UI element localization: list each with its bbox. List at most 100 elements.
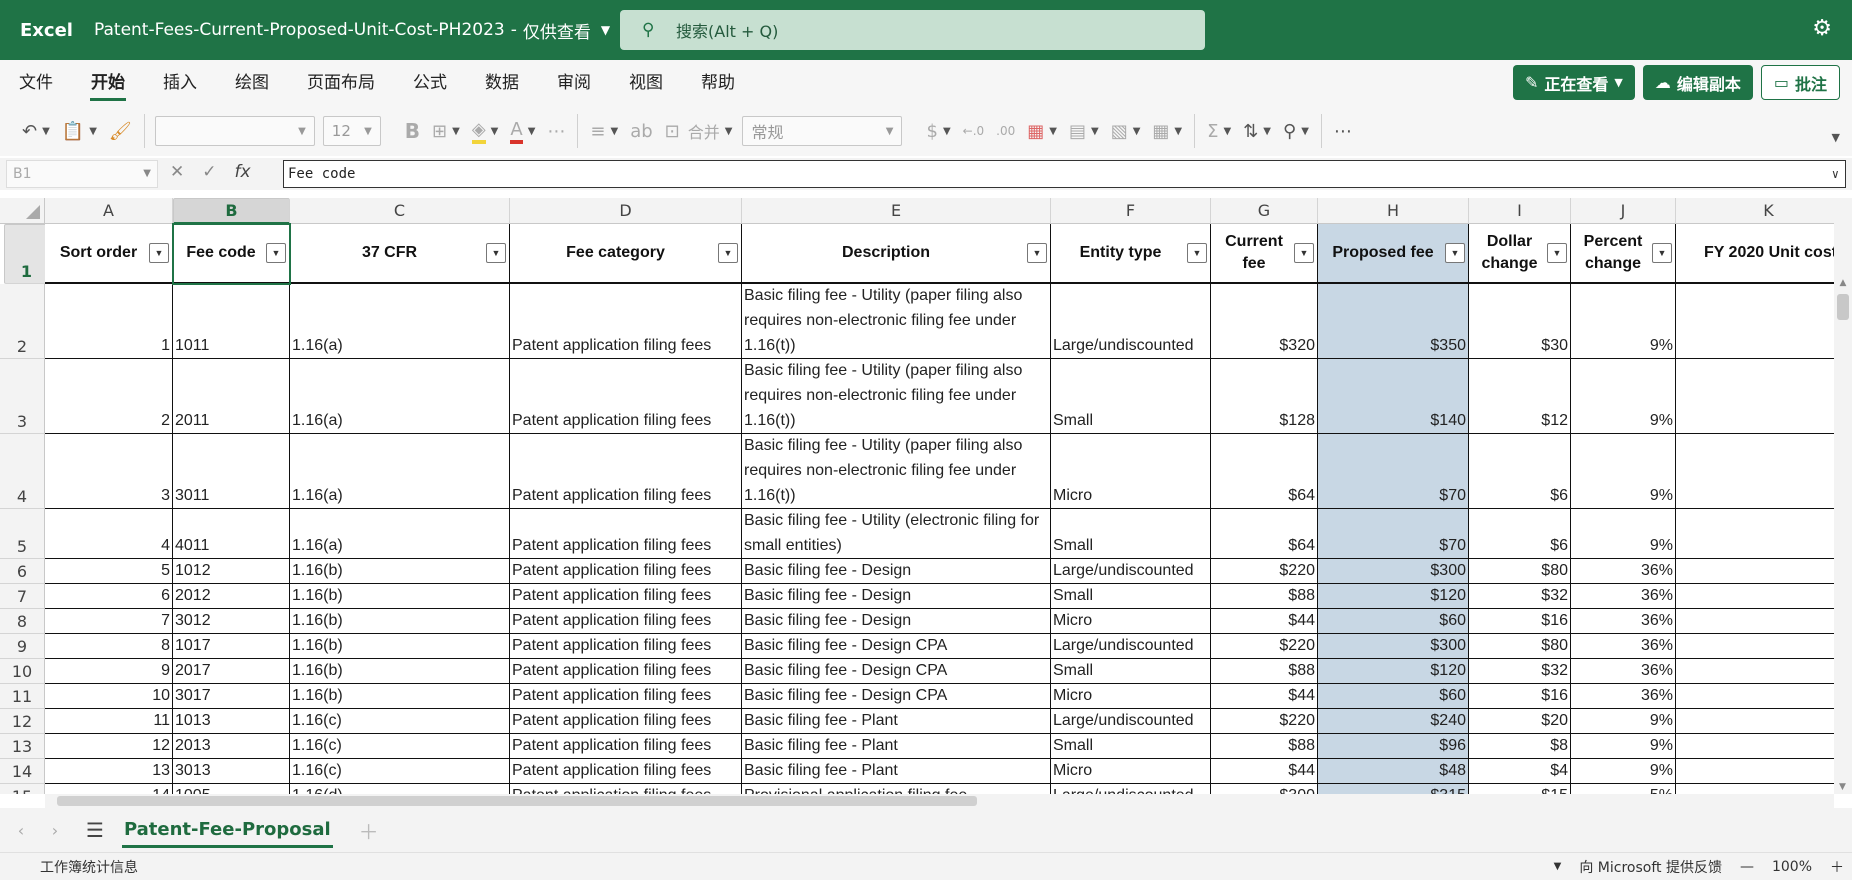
find-button[interactable]: ⚲ ▼ xyxy=(1283,114,1309,148)
font-color-button[interactable]: A ▼ xyxy=(510,114,535,148)
cell-a[interactable]: 8 xyxy=(45,634,173,659)
cell-h[interactable]: $60 xyxy=(1318,684,1469,709)
chevron-down-icon[interactable]: ▼ xyxy=(1554,861,1562,872)
feedback-link[interactable]: 向 Microsoft 提供反馈 xyxy=(1579,857,1722,877)
cell-c[interactable]: 1.16(b) xyxy=(290,584,510,609)
row-header[interactable]: 2 xyxy=(0,284,45,359)
cell-f[interactable]: Micro xyxy=(1051,684,1211,709)
cell-d[interactable]: Patent application filing fees xyxy=(510,784,742,794)
paste-button[interactable]: 📋 ▼ xyxy=(62,114,97,148)
zoom-level[interactable]: 100% xyxy=(1772,859,1812,875)
filter-dropdown-icon[interactable]: ▼ xyxy=(1187,243,1207,263)
cell-a[interactable]: 4 xyxy=(45,509,173,559)
cell-g[interactable]: $64 xyxy=(1211,509,1318,559)
cell-h[interactable]: $70 xyxy=(1318,509,1469,559)
cell-a[interactable]: 11 xyxy=(45,709,173,734)
cell-d[interactable]: Patent application filing fees xyxy=(510,684,742,709)
filter-dropdown-icon[interactable]: ▼ xyxy=(149,243,169,263)
cell-k[interactable]: $2 xyxy=(1676,709,1852,734)
cell-a[interactable]: 6 xyxy=(45,584,173,609)
cell-d[interactable]: Patent application filing fees xyxy=(510,759,742,784)
cell-f[interactable]: Large/undiscounted xyxy=(1051,634,1211,659)
vertical-scrollbar[interactable]: ▲ ▼ xyxy=(1834,198,1852,794)
cell-i[interactable]: $6 xyxy=(1469,509,1571,559)
cell-g[interactable]: $88 xyxy=(1211,734,1318,759)
cell-a[interactable]: 7 xyxy=(45,609,173,634)
cell-g[interactable]: $44 xyxy=(1211,609,1318,634)
cell-a[interactable]: 5 xyxy=(45,559,173,584)
comments-button[interactable]: ▭ 批注 xyxy=(1760,65,1840,100)
undo-button[interactable]: ↶ ▼ xyxy=(22,114,50,148)
fill-color-button[interactable]: ◈ ▼ xyxy=(471,114,498,148)
cell-e[interactable]: Basic filing fee - Design CPA xyxy=(742,659,1051,684)
cell-f[interactable]: Small xyxy=(1051,359,1211,434)
cell-i[interactable]: $12 xyxy=(1469,359,1571,434)
cell-j[interactable]: 9% xyxy=(1571,709,1676,734)
cell-d[interactable]: Patent application filing fees xyxy=(510,284,742,359)
row-header[interactable]: 5 xyxy=(0,509,45,559)
cell-b[interactable]: 1005 xyxy=(173,784,290,794)
cell-e[interactable]: Basic filing fee - Plant xyxy=(742,734,1051,759)
cell-h[interactable]: $120 xyxy=(1318,584,1469,609)
prev-sheet-icon[interactable]: ‹ xyxy=(8,821,34,840)
search-box[interactable]: ⚲ 搜索(Alt + Q) xyxy=(620,10,1205,50)
cell-j[interactable]: 36% xyxy=(1571,659,1676,684)
cell-i[interactable]: $15 xyxy=(1469,784,1571,794)
filter-dropdown-icon[interactable]: ▼ xyxy=(1294,243,1314,263)
cell-f[interactable]: Small xyxy=(1051,509,1211,559)
cell-k[interactable]: $2 xyxy=(1676,734,1852,759)
cell-e[interactable]: Basic filing fee - Design CPA xyxy=(742,684,1051,709)
cell-g[interactable]: $320 xyxy=(1211,284,1318,359)
tab-view[interactable]: 视图 xyxy=(610,60,682,106)
cell-k[interactable]: $2 xyxy=(1676,759,1852,784)
cell-f[interactable]: Micro xyxy=(1051,434,1211,509)
row-header[interactable]: 3 xyxy=(0,359,45,434)
more-font-options-icon[interactable]: ⋯ xyxy=(547,114,565,148)
header-cell-h[interactable]: Proposed fee ▼ xyxy=(1318,224,1469,284)
row-header[interactable]: 11 xyxy=(0,684,45,709)
cell-h[interactable]: $120 xyxy=(1318,659,1469,684)
cell-a[interactable]: 12 xyxy=(45,734,173,759)
cell-j[interactable]: 9% xyxy=(1571,759,1676,784)
cell-e[interactable]: Basic filing fee - Utility (paper filing… xyxy=(742,284,1051,359)
cancel-icon[interactable]: ✕ xyxy=(170,162,184,182)
cell-f[interactable]: Micro xyxy=(1051,609,1211,634)
scroll-up-icon[interactable]: ▲ xyxy=(1834,278,1852,288)
cell-i[interactable]: $30 xyxy=(1469,284,1571,359)
filter-dropdown-icon[interactable]: ▼ xyxy=(266,243,286,263)
header-cell-e[interactable]: Description ▼ xyxy=(742,224,1051,284)
column-header-f[interactable]: F xyxy=(1051,198,1211,224)
horizontal-scroll-thumb[interactable] xyxy=(57,796,977,806)
worksheet-grid[interactable]: A B C D E F G H I J K 1 Sort order ▼ Fee code ▼ 37 CFR ▼ F… xyxy=(0,198,1852,794)
font-size-select[interactable]: 12 ▼ xyxy=(322,116,381,146)
gear-icon[interactable]: ⚙ xyxy=(1812,16,1832,41)
cell-k[interactable]: $2 xyxy=(1676,609,1852,634)
column-header-h[interactable]: H xyxy=(1318,198,1469,224)
cell-c[interactable]: 1.16(b) xyxy=(290,659,510,684)
cell-f[interactable]: Large/undiscounted xyxy=(1051,784,1211,794)
cell-i[interactable]: $8 xyxy=(1469,734,1571,759)
cell-c[interactable]: 1.16(c) xyxy=(290,709,510,734)
cell-k[interactable]: $2 xyxy=(1676,509,1852,559)
autosum-button[interactable]: Σ ▼ xyxy=(1207,114,1231,148)
format-painter-button[interactable]: 🖌 xyxy=(109,114,132,148)
cell-k[interactable]: $ xyxy=(1676,784,1852,794)
cell-g[interactable]: $220 xyxy=(1211,709,1318,734)
header-cell-f[interactable]: Entity type ▼ xyxy=(1051,224,1211,284)
document-title[interactable]: Patent-Fees-Current-Proposed-Unit-Cost-P… xyxy=(94,18,610,43)
cell-j[interactable]: 36% xyxy=(1571,634,1676,659)
formula-input[interactable]: Fee code ∨ xyxy=(283,160,1846,188)
cell-h[interactable]: $48 xyxy=(1318,759,1469,784)
cell-d[interactable]: Patent application filing fees xyxy=(510,359,742,434)
cell-f[interactable]: Small xyxy=(1051,659,1211,684)
cell-b[interactable]: 2012 xyxy=(173,584,290,609)
cell-c[interactable]: 1.16(d) xyxy=(290,784,510,794)
column-header-g[interactable]: G xyxy=(1211,198,1318,224)
cell-e[interactable]: Basic filing fee - Utility (paper filing… xyxy=(742,359,1051,434)
cell-b[interactable]: 3011 xyxy=(173,434,290,509)
increase-decimal-icon[interactable]: .00 xyxy=(996,114,1015,148)
zoom-out-icon[interactable]: — xyxy=(1740,859,1754,875)
select-all-corner[interactable] xyxy=(0,198,45,224)
cell-g[interactable]: $44 xyxy=(1211,759,1318,784)
cell-c[interactable]: 1.16(b) xyxy=(290,559,510,584)
